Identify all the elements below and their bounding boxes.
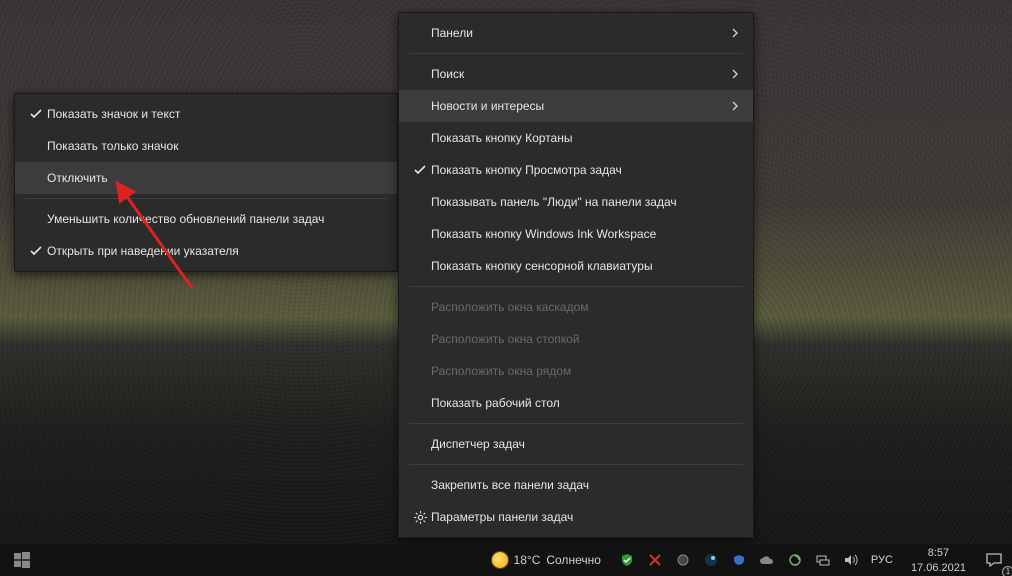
notification-center-button[interactable]: 1 xyxy=(976,544,1012,576)
taskbar: 18°C Солнечно РУС 8:5 xyxy=(0,544,1012,576)
menu-item[interactable]: Показывать панель "Люди" на панели задач xyxy=(399,186,753,218)
menu-item[interactable]: Показать кнопку Просмотра задач xyxy=(399,154,753,186)
chevron-right-icon xyxy=(731,101,739,111)
menu-item-label: Отключить xyxy=(47,171,367,185)
menu-item-label: Показать значок и текст xyxy=(47,107,367,121)
menu-item-label: Показать рабочий стол xyxy=(431,396,723,410)
tray-shield-icon[interactable] xyxy=(619,552,635,568)
weather-temperature: 18°C xyxy=(514,553,541,567)
menu-item-label: Панели xyxy=(431,26,723,40)
language-indicator[interactable]: РУС xyxy=(871,554,893,566)
start-button[interactable] xyxy=(0,544,44,576)
weather-widget[interactable]: 18°C Солнечно xyxy=(482,552,611,568)
menu-separator xyxy=(409,423,743,424)
menu-item[interactable]: Параметры панели задач xyxy=(399,501,753,533)
menu-item[interactable]: Отключить xyxy=(15,162,397,194)
menu-item-label: Поиск xyxy=(431,67,723,81)
gear-icon-slot xyxy=(409,511,431,524)
gear-icon xyxy=(414,511,427,524)
news-interests-submenu: Показать значок и текст Показать только з… xyxy=(14,93,398,272)
check-slot xyxy=(25,109,47,119)
tray-app-icon-1[interactable] xyxy=(675,552,691,568)
notification-icon xyxy=(986,553,1002,567)
check-icon xyxy=(30,109,42,119)
menu-item-label: Новости и интересы xyxy=(431,99,723,113)
menu-item: Расположить окна стопкой xyxy=(399,323,753,355)
taskbar-context-menu: Панели Поиск Новости и интересы Показать кн… xyxy=(398,12,754,538)
notification-badge: 1 xyxy=(1002,566,1012,576)
menu-item[interactable]: Диспетчер задач xyxy=(399,428,753,460)
menu-item-label: Уменьшить количество обновлений панели з… xyxy=(47,212,367,226)
tray-steam-icon[interactable] xyxy=(703,552,719,568)
submenu-arrow-slot xyxy=(723,69,739,79)
clock-date: 17.06.2021 xyxy=(911,561,966,575)
check-icon xyxy=(414,165,426,175)
taskbar-clock[interactable]: 8:57 17.06.2021 xyxy=(901,546,976,575)
tray-onedrive-icon[interactable] xyxy=(759,552,775,568)
menu-item[interactable]: Новости и интересы xyxy=(399,90,753,122)
menu-item-label: Расположить окна каскадом xyxy=(431,300,723,314)
system-tray: РУС xyxy=(611,552,901,568)
menu-item-label: Показать кнопку Кортаны xyxy=(431,131,723,145)
windows-icon xyxy=(14,552,30,568)
menu-item: Расположить окна рядом xyxy=(399,355,753,387)
tray-action-icon[interactable] xyxy=(787,552,803,568)
submenu-arrow-slot xyxy=(723,28,739,38)
menu-separator xyxy=(409,286,743,287)
sun-icon xyxy=(492,552,508,568)
menu-item-label: Расположить окна рядом xyxy=(431,364,723,378)
menu-separator xyxy=(25,198,387,199)
menu-item-label: Диспетчер задач xyxy=(431,437,723,451)
menu-item-label: Показать только значок xyxy=(47,139,367,153)
menu-item-label: Расположить окна стопкой xyxy=(431,332,723,346)
menu-item[interactable]: Открыть при наведении указателя xyxy=(15,235,397,267)
menu-item[interactable]: Показать кнопку Windows Ink Workspace xyxy=(399,218,753,250)
chevron-right-icon xyxy=(731,28,739,38)
menu-item-label: Показать кнопку Windows Ink Workspace xyxy=(431,227,723,241)
menu-item[interactable]: Уменьшить количество обновлений панели з… xyxy=(15,203,397,235)
tray-volume-icon[interactable] xyxy=(843,552,859,568)
menu-item[interactable]: Показать только значок xyxy=(15,130,397,162)
menu-item[interactable]: Показать кнопку Кортаны xyxy=(399,122,753,154)
menu-item[interactable]: Поиск xyxy=(399,58,753,90)
menu-item-label: Закрепить все панели задач xyxy=(431,478,723,492)
weather-condition: Солнечно xyxy=(546,553,601,567)
menu-separator xyxy=(409,53,743,54)
chevron-right-icon xyxy=(731,69,739,79)
tray-defender-icon[interactable] xyxy=(731,552,747,568)
tray-network-icon[interactable] xyxy=(815,552,831,568)
tray-cross-icon[interactable] xyxy=(647,552,663,568)
menu-item-label: Открыть при наведении указателя xyxy=(47,244,367,258)
menu-item-label: Параметры панели задач xyxy=(431,510,723,524)
check-slot xyxy=(25,246,47,256)
menu-item[interactable]: Показать кнопку сенсорной клавиатуры xyxy=(399,250,753,282)
check-icon xyxy=(30,246,42,256)
menu-item-label: Показывать панель "Люди" на панели задач xyxy=(431,195,723,209)
menu-item[interactable]: Показать рабочий стол xyxy=(399,387,753,419)
menu-item: Расположить окна каскадом xyxy=(399,291,753,323)
menu-separator xyxy=(409,464,743,465)
menu-item[interactable]: Показать значок и текст xyxy=(15,98,397,130)
menu-item[interactable]: Закрепить все панели задач xyxy=(399,469,753,501)
submenu-arrow-slot xyxy=(723,101,739,111)
check-slot xyxy=(409,165,431,175)
menu-item[interactable]: Панели xyxy=(399,17,753,49)
menu-item-label: Показать кнопку Просмотра задач xyxy=(431,163,723,177)
menu-item-label: Показать кнопку сенсорной клавиатуры xyxy=(431,259,723,273)
clock-time: 8:57 xyxy=(911,546,966,560)
